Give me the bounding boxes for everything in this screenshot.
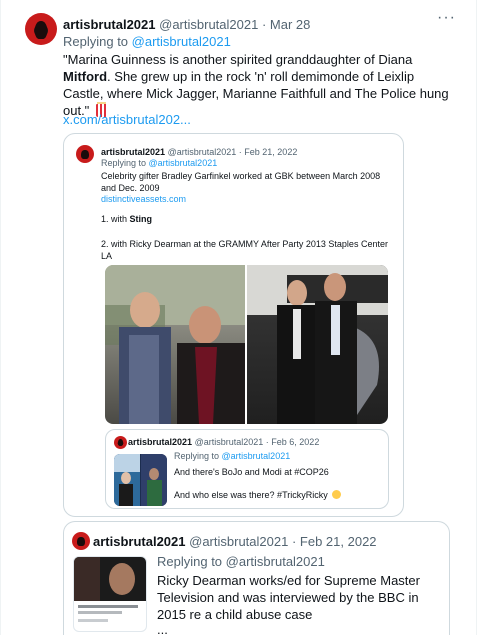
tweet-link[interactable]: x.com/artisbrutal202... — [63, 111, 191, 128]
quote-header: artisbrutal2021 @artisbrutal2021 · Feb 2… — [93, 533, 377, 550]
photo-grammy-art — [247, 265, 388, 424]
nested-quote-line-2-text: And who else was there? #TrickyRicky — [174, 490, 328, 500]
nested-quote-photo[interactable] — [114, 454, 167, 506]
author-handle[interactable]: @artisbrutal2021 — [159, 17, 258, 32]
author-name[interactable]: artisbrutal2021 — [128, 437, 192, 447]
author-handle[interactable]: @artisbrutal2021 — [189, 534, 288, 549]
separator: · — [261, 17, 267, 32]
item-bold: Sting — [129, 214, 153, 224]
quote-card[interactable]: artisbrutal2021 @artisbrutal2021 · Feb 2… — [63, 133, 404, 517]
avatar[interactable] — [72, 532, 90, 550]
avatar[interactable] — [114, 436, 127, 449]
quote-2-photo-art — [74, 557, 146, 622]
item-prefix: 1. with — [101, 214, 130, 224]
replying-handle[interactable]: @artisbrutal2021 — [226, 554, 325, 569]
tweet-text-part1: "Marina Guinness is another spirited gra… — [63, 52, 413, 67]
quote-2-photo[interactable] — [73, 556, 147, 632]
separator: · — [265, 437, 269, 447]
author-name[interactable]: artisbrutal2021 — [101, 147, 165, 157]
tweet-header: artisbrutal2021 @artisbrutal2021 · Mar 2… — [63, 16, 310, 33]
tweet-thread: artisbrutal2021 @artisbrutal2021 · Mar 2… — [0, 0, 477, 637]
nested-quote-card[interactable]: artisbrutal2021 @artisbrutal2021 · Feb 6… — [105, 429, 389, 509]
author-handle[interactable]: @artisbrutal2021 — [195, 437, 264, 447]
replying-to: Replying to @artisbrutal2021 — [174, 450, 290, 462]
grimace-face-icon — [332, 490, 342, 499]
tweet-text-bold: Mitford — [63, 69, 108, 84]
separator: · — [291, 534, 297, 549]
nested-quote-header: artisbrutal2021 @artisbrutal2021 · Feb 6… — [128, 436, 319, 448]
photo-sting[interactable] — [105, 265, 245, 424]
replying-handle[interactable]: @artisbrutal2021 — [149, 158, 218, 168]
quote-link[interactable]: distinctiveassets.com — [101, 193, 186, 205]
avatar[interactable] — [76, 145, 94, 163]
more-icon[interactable]: ··· — [437, 9, 456, 27]
quote-item-1: 1. with Sting — [101, 213, 152, 225]
quote-text: Ricky Dearman works/ed for Supreme Maste… — [157, 573, 420, 622]
replying-to: Replying to @artisbrutal2021 — [63, 33, 231, 50]
replying-prefix: Replying to — [174, 451, 222, 461]
tweet-date[interactable]: Mar 28 — [270, 17, 310, 32]
tweet-date[interactable]: Feb 21, 2022 — [300, 534, 377, 549]
replying-to: Replying to @artisbrutal2021 — [157, 553, 325, 570]
quote-ellipsis: ... — [157, 622, 168, 637]
avatar[interactable] — [25, 13, 57, 45]
tweet-date[interactable]: Feb 6, 2022 — [271, 437, 319, 447]
tweet-date[interactable]: Feb 21, 2022 — [244, 147, 297, 157]
photo-grammy[interactable] — [247, 265, 388, 424]
replying-prefix: Replying to — [157, 554, 226, 569]
nested-quote-line-2: And who else was there? #TrickyRicky — [174, 489, 342, 501]
nested-quote-photo-art — [114, 454, 167, 506]
author-handle[interactable]: @artisbrutal2021 — [168, 147, 237, 157]
replying-prefix: Replying to — [101, 158, 149, 168]
author-name[interactable]: artisbrutal2021 — [93, 534, 186, 549]
tweet-text: "Marina Guinness is another spirited gra… — [63, 51, 455, 119]
replying-handle[interactable]: @artisbrutal2021 — [222, 451, 291, 461]
quote-item-2: 2. with Ricky Dearman at the GRAMMY Afte… — [101, 239, 388, 261]
replying-handle[interactable]: @artisbrutal2021 — [132, 34, 231, 49]
replying-prefix: Replying to — [63, 34, 132, 49]
photo-sting-art — [105, 265, 245, 424]
author-name[interactable]: artisbrutal2021 — [63, 17, 156, 32]
replying-to: Replying to @artisbrutal2021 — [101, 157, 217, 169]
quote-card-2[interactable]: artisbrutal2021 @artisbrutal2021 · Feb 2… — [63, 521, 450, 637]
separator: · — [238, 147, 242, 157]
nested-quote-line-1: And there's BoJo and Modi at #COP26 — [174, 467, 329, 477]
quote-text: Celebrity gifter Bradley Garfinkel worke… — [101, 171, 381, 193]
